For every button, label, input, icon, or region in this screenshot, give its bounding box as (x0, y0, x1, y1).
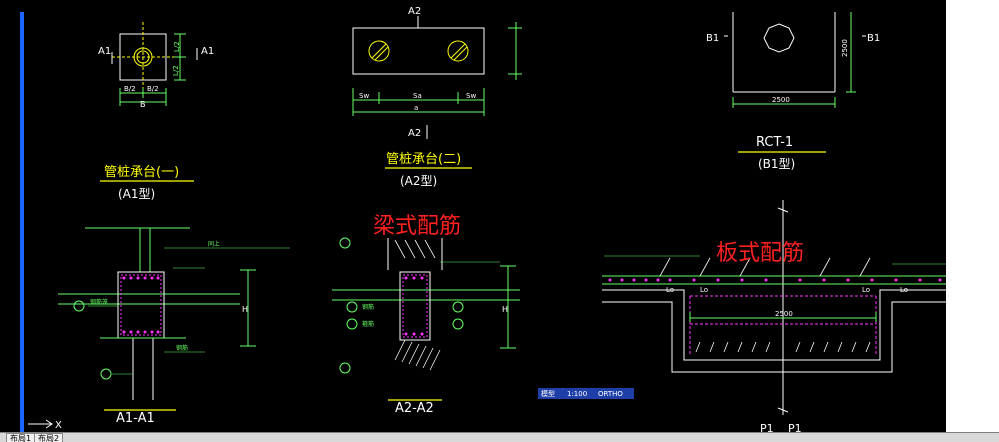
a1-subtitle: (A1型) (118, 187, 155, 201)
title-underlines (100, 151, 826, 182)
slab-section-p1a: P1 (760, 422, 774, 432)
a1-section (58, 227, 290, 411)
a1-dim-h: H (242, 305, 248, 314)
a2-top-label: A2 (408, 6, 421, 17)
a2-subtitle: (A2型) (400, 174, 437, 188)
ucs-x-label: X (55, 420, 62, 431)
a2-section-label: A2-A2 (395, 401, 434, 416)
drawing-svg[interactable]: A1 A1 L/2 L/2 B/2 B/2 B A2 Sw Sa Sw a A2… (0, 0, 946, 432)
a1-dim-b: B (140, 100, 146, 109)
a1-callout-3: 钢筋 (176, 344, 188, 352)
status-ortho[interactable]: ORTHO (598, 390, 623, 398)
cad-window: A1 A1 L/2 L/2 B/2 B/2 B A2 Sw Sa Sw a A2… (0, 0, 999, 442)
layout-tabs-bar (0, 432, 999, 442)
a1-left-label: A1 (98, 46, 111, 57)
a2-section (332, 237, 520, 401)
slab-lo-3: Lo (862, 286, 870, 294)
slab-lo-1: Lo (666, 286, 674, 294)
a2-dim-sa: Sa (413, 92, 422, 100)
a2-dim-a: a (414, 104, 418, 112)
ucs-icon (28, 419, 53, 429)
a1-dim-l2-top: L/2 (173, 41, 181, 52)
a1-section-label: A1-A1 (116, 411, 155, 426)
slab-lo-2: Lo (700, 286, 708, 294)
viewport-splitter[interactable] (20, 12, 24, 432)
a2-callout-3: 钢筋 (362, 303, 374, 311)
a2-dim-sw-right: Sw (466, 92, 476, 100)
rct-subtitle: (B1型) (758, 157, 795, 171)
tab-layout-1[interactable]: 布局1 (6, 433, 36, 442)
a1-callout-1: 同上 (208, 240, 220, 248)
a1-dim-b2-left: B/2 (124, 85, 136, 93)
a2-plan (352, 16, 522, 139)
slab-reinforcement-label: 板式配筋 (716, 241, 804, 266)
slab-hatch (659, 257, 871, 353)
a2-hatch (394, 239, 441, 371)
a1-section-rebar (122, 276, 160, 334)
a1-title: 管桩承台(一) (104, 165, 179, 180)
a2-callout-4: 箍筋 (362, 320, 374, 328)
slab-lo-4: Lo (900, 286, 908, 294)
b1-dim-2500: 2500 (772, 96, 790, 104)
slab-dim-2500: 2500 (775, 310, 793, 318)
b1-dim-side: 2500 (841, 39, 849, 57)
beam-reinforcement-label: 梁式配筋 (373, 214, 461, 239)
a1-right-label: A1 (201, 46, 214, 57)
slab-section (602, 200, 946, 415)
a1-plan (111, 22, 198, 106)
a2-dim-sw-left: Sw (359, 92, 369, 100)
a2-bottom-label: A2 (408, 128, 421, 139)
rct-title: RCT-1 (756, 135, 793, 150)
status-model[interactable]: 模型 (541, 389, 555, 398)
b1-right-label: B1 (867, 33, 880, 44)
a1-callout-2: 钢筋笼 (90, 298, 108, 306)
right-panel (946, 0, 999, 432)
status-scale[interactable]: 1:100 (567, 390, 587, 398)
slab-rebar (608, 278, 942, 282)
a1-dim-l2-bot: L/2 (172, 65, 180, 76)
b1-plan (724, 12, 866, 108)
drawing-canvas[interactable]: A1 A1 L/2 L/2 B/2 B/2 B A2 Sw Sa Sw a A2… (0, 0, 946, 432)
slab-section-p1b: P1 (788, 422, 802, 432)
a2-title: 管桩承台(二) (386, 152, 461, 167)
a1-dim-b2-right: B/2 (147, 85, 159, 93)
tab-layout-2[interactable]: 布局2 (34, 433, 64, 442)
b1-left-label: B1 (706, 33, 719, 44)
a2-dim-h: H (502, 305, 508, 314)
a2-section-rebar (404, 276, 424, 336)
